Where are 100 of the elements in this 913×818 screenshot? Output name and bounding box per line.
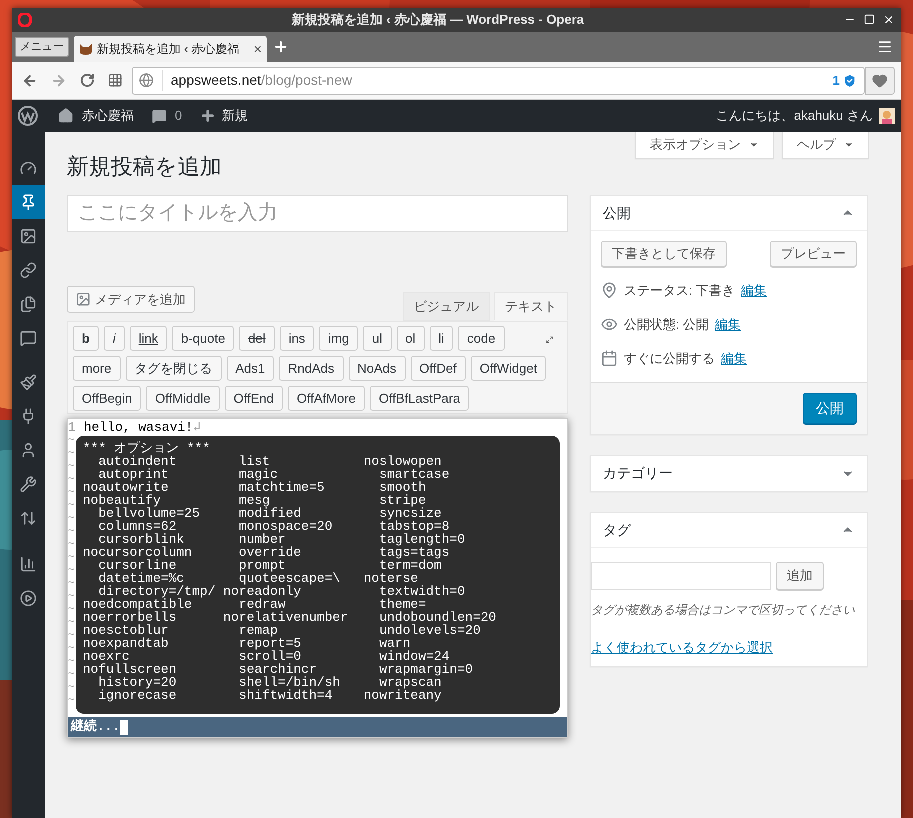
tilde-marker: ~ (68, 474, 76, 486)
tilde-marker: ~ (68, 630, 76, 642)
tilde-marker: ~ (68, 578, 76, 590)
editor-tab[interactable]: ビジュアル (403, 292, 490, 321)
tag-input[interactable] (591, 562, 771, 590)
close-icon[interactable] (883, 14, 895, 26)
wrench-icon (20, 476, 37, 492)
editor-tab[interactable]: テキスト (494, 292, 568, 321)
tilde-marker: ~ (68, 526, 76, 538)
popular-tags-link[interactable]: よく使われているタグから選択 (591, 638, 773, 658)
comment-icon[interactable] (152, 108, 167, 124)
option-line: noerrorbells norelativenumber undoboundlen=20 (83, 611, 498, 624)
quicktag-button[interactable]: OffWidget (470, 356, 546, 381)
vi-editor[interactable] (67, 418, 568, 738)
menu-button[interactable]: メニュー (15, 37, 69, 57)
option-line: noedcompatible redraw theme= (83, 598, 426, 611)
sidebar-item[interactable] (12, 185, 45, 219)
edit-link[interactable]: 編集 (721, 348, 747, 368)
quicktag-button[interactable]: OffEnd (224, 386, 283, 411)
quicktag-button[interactable]: ins (280, 326, 314, 351)
browser-tab[interactable]: 新規投稿を追加 ‹ 赤心慶福 × (74, 36, 267, 62)
maximize-icon[interactable] (864, 14, 875, 25)
option-line: nofullscreen searchincr wrapmargin=0 (83, 663, 474, 676)
quicktag-button[interactable]: OffMiddle (146, 386, 220, 411)
quicktag-button[interactable]: code (458, 326, 505, 351)
comment-count[interactable]: 0 (175, 106, 182, 126)
box-title: タグ (603, 520, 631, 540)
option-line: nocursorcolumn override tags=tags (83, 546, 450, 559)
tilde-marker: ~ (68, 487, 76, 499)
publish-button[interactable]: 公開 (803, 393, 857, 424)
quicktag-button[interactable]: b-quote (172, 326, 234, 351)
quicktag-button[interactable]: li (430, 326, 454, 351)
option-line: noautowrite matchtime=5 smooth (83, 481, 428, 494)
cursor-block (120, 720, 128, 734)
save-draft-button[interactable]: 下書きとして保存 (601, 241, 727, 267)
tab-title: 新規投稿を追加 ‹ 赤心慶福 (97, 41, 241, 58)
option-line: ignorecase shiftwidth=4 nowriteany (98, 689, 443, 702)
address-field[interactable]: appsweets.net/blog/post-new 1 (132, 66, 865, 94)
quicktag-button[interactable]: RndAds (279, 356, 344, 381)
plus-icon[interactable] (200, 108, 216, 124)
eye-icon (601, 316, 618, 333)
status-row-text: 公開状態: 公開 (624, 316, 710, 334)
back-icon[interactable] (22, 72, 38, 88)
site-name[interactable]: 赤心慶福 (82, 106, 134, 126)
tilde-marker: ~ (68, 461, 76, 473)
preview-button[interactable]: プレビュー (770, 241, 857, 267)
quicktag-button[interactable]: more (73, 356, 121, 381)
quicktag-button[interactable]: link (130, 326, 168, 351)
tilde-marker: ~ (68, 695, 76, 707)
greeting[interactable]: こんにちは、akahuku さん (716, 106, 873, 126)
avatar-icon[interactable] (879, 108, 895, 124)
reload-icon[interactable] (80, 73, 95, 88)
tilde-marker: ~ (68, 552, 76, 564)
box-title: 公開 (603, 204, 631, 222)
comment-icon (20, 330, 37, 346)
quicktag-button[interactable]: img (319, 326, 358, 351)
menu-icon[interactable] (877, 39, 893, 55)
title-field[interactable]: ここにタイトルを入力 (67, 195, 568, 232)
tag-hint: タグが複数ある場合はコンマで区切ってください (591, 602, 855, 618)
quicktag-button[interactable]: OffBegin (73, 386, 142, 411)
pages-icon (20, 296, 37, 312)
quicktag-button[interactable]: b (73, 326, 99, 351)
quicktag-button[interactable]: del (239, 326, 275, 351)
heart-icon (872, 72, 888, 88)
edit-link[interactable]: 編集 (741, 280, 768, 300)
new-menu[interactable]: 新規 (222, 106, 248, 126)
option-line: cursorblink number taglength=0 (98, 533, 466, 546)
speed-dial-icon[interactable] (108, 73, 123, 88)
edit-link[interactable]: 編集 (715, 314, 742, 334)
quicktag-button[interactable]: Ads1 (226, 356, 274, 381)
shield-icon[interactable] (842, 72, 858, 88)
wordpress-logo-icon[interactable] (18, 106, 38, 126)
quicktag-button[interactable]: OffAfMore (288, 386, 366, 411)
status-row-text: すぐに公開する (624, 350, 715, 368)
new-tab-icon[interactable] (273, 39, 289, 55)
tilde-marker: ~ (68, 591, 76, 603)
page-heading: 新規投稿を追加 (67, 153, 222, 181)
tilde-marker: ~ (68, 513, 76, 525)
screen-tab[interactable]: ヘルプ (782, 132, 869, 159)
add-media-button[interactable]: メディアを追加 (67, 286, 195, 313)
quicktag-button[interactable]: OffBfLastPara (370, 386, 470, 411)
quicktag-button[interactable]: i (104, 326, 125, 351)
media-icon (20, 228, 37, 244)
quicktag-button[interactable]: NoAds (348, 356, 406, 381)
quicktag-button[interactable]: タグを閉じる (126, 356, 222, 381)
tilde-marker: ~ (68, 539, 76, 551)
tilde-marker: ~ (68, 435, 76, 447)
tab-close[interactable]: × (254, 38, 262, 60)
cat-icon (79, 42, 93, 56)
home-icon[interactable] (58, 108, 74, 124)
add-tag-button[interactable]: 追加 (776, 562, 824, 590)
tilde-marker: ~ (68, 656, 76, 668)
option-line: history=20 shell=/bin/sh wrapscan (98, 676, 442, 689)
bookmark-button[interactable] (865, 66, 895, 94)
quicktag-button[interactable]: ol (396, 326, 425, 351)
media-icon (76, 292, 91, 307)
option-line: noexpandtab report=5 warn (83, 637, 411, 650)
quicktag-button[interactable]: OffDef (410, 356, 466, 381)
screen-tab[interactable]: 表示オプション (635, 132, 774, 159)
quicktag-button[interactable]: ul (363, 326, 392, 351)
